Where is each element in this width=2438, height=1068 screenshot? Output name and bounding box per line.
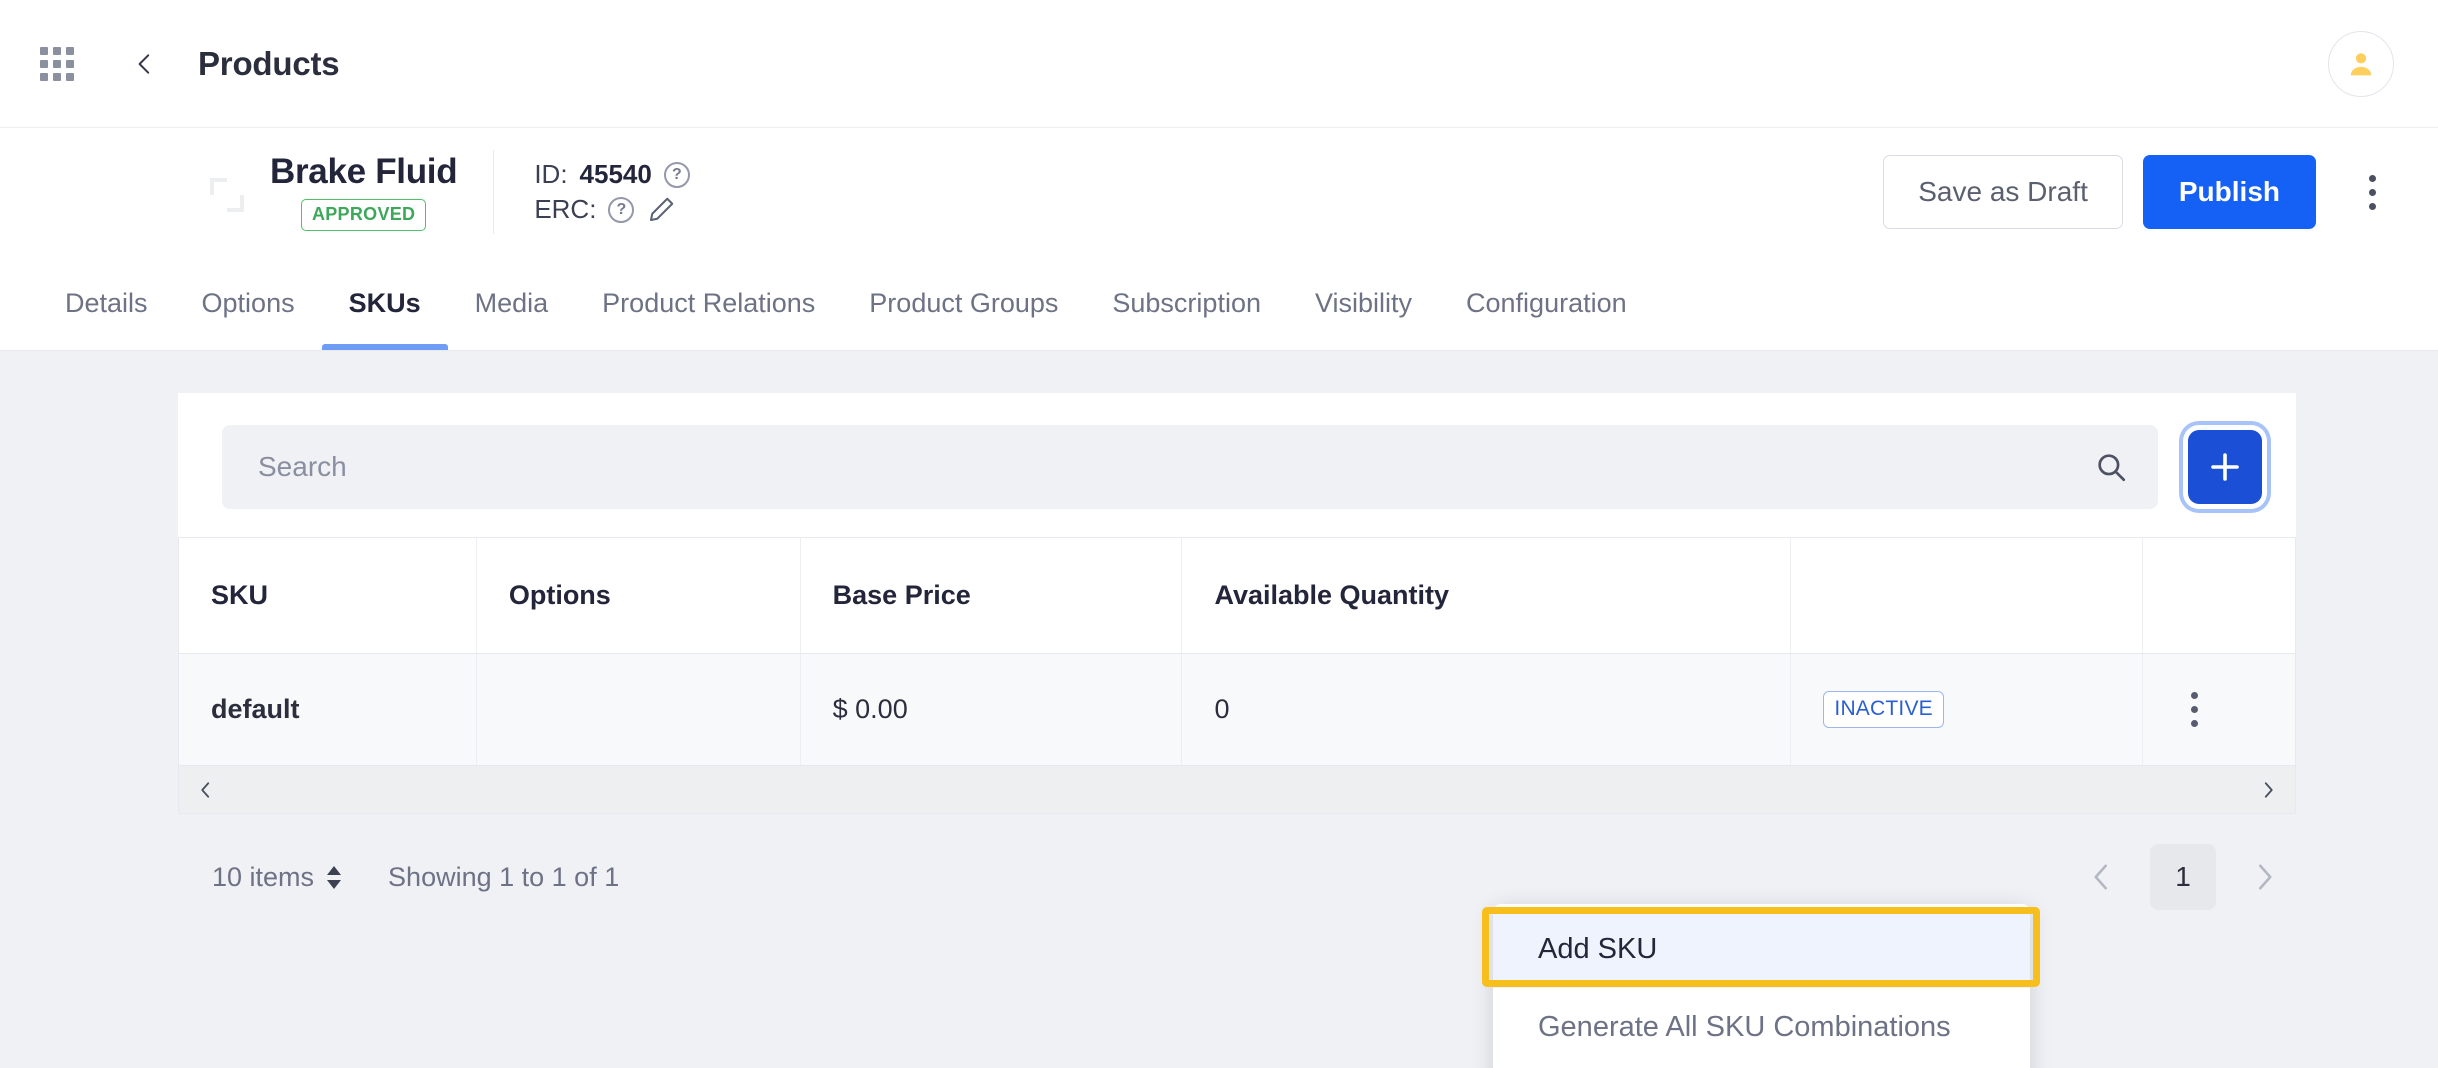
menu-item-generate-all-sku-combinations[interactable]: Generate All SKU Combinations (1493, 988, 2030, 1066)
search-field[interactable] (222, 425, 2158, 509)
product-id-value: 45540 (579, 159, 652, 189)
chevron-left-icon (201, 781, 210, 798)
column-header-base-price[interactable]: Base Price (800, 538, 1183, 654)
add-sku-button[interactable] (2188, 430, 2262, 504)
column-header-available-quantity[interactable]: Available Quantity (1181, 538, 1792, 654)
product-tabs: Details Options SKUs Media Product Relat… (0, 256, 2438, 351)
erc-help-circle-icon[interactable]: ? (608, 196, 635, 223)
id-help-circle-icon[interactable]: ? (663, 161, 690, 188)
product-header: Brake Fluid APPROVED ID: 45540 ? ERC: ? … (0, 128, 2438, 256)
product-erc-label: ERC: (534, 194, 597, 224)
avatar[interactable] (2328, 30, 2394, 97)
grid-apps-icon[interactable] (40, 46, 74, 81)
product-meta: ID: 45540 ? ERC: ? (534, 159, 690, 225)
cell-options (476, 653, 801, 765)
column-header-status[interactable] (1790, 538, 2143, 654)
search-input[interactable] (258, 451, 2094, 483)
cell-sku: default (179, 653, 477, 765)
chevron-left-icon (2094, 864, 2107, 890)
pagination-previous-button[interactable] (2076, 851, 2128, 903)
product-id-label: ID: (534, 159, 568, 189)
cell-status: INACTIVE (1790, 653, 2143, 765)
pagination: 1 (2076, 844, 2290, 910)
row-more-options-button[interactable] (2175, 691, 2215, 727)
header-divider (493, 150, 495, 234)
back-button[interactable] (128, 47, 162, 81)
tab-visibility[interactable]: Visibility (1288, 256, 1439, 350)
page-title: Products (198, 44, 340, 82)
column-header-actions (2142, 538, 2295, 654)
skus-table: SKU Options Base Price Available Quantit… (178, 537, 2296, 814)
items-per-page-selector[interactable]: 10 items (212, 862, 342, 893)
product-erc-row: ERC: ? (534, 194, 690, 225)
tab-options[interactable]: Options (175, 256, 322, 350)
tab-subscription[interactable]: Subscription (1085, 256, 1288, 350)
skus-toolbar-panel (178, 393, 2296, 537)
chevron-right-icon (2264, 781, 2273, 798)
table-row[interactable]: default $ 0.00 0 INACTIVE (179, 653, 2295, 765)
status-badge: INACTIVE (1823, 690, 1944, 728)
product-id-row: ID: 45540 ? (534, 159, 690, 190)
table-header-row: SKU Options Base Price Available Quantit… (179, 538, 2295, 654)
up-down-arrows-icon (326, 865, 342, 889)
tab-product-groups[interactable]: Product Groups (842, 256, 1085, 350)
user-avatar-icon (2350, 52, 2372, 75)
scroll-right-button[interactable] (2255, 777, 2281, 803)
tab-skus[interactable]: SKUs (321, 256, 448, 350)
column-header-sku[interactable]: SKU (179, 538, 477, 654)
pagination-next-button[interactable] (2238, 851, 2290, 903)
add-sku-dropdown-menu: Add SKU Generate All SKU Combinations (1493, 904, 2030, 1068)
top-app-bar: Products (0, 0, 2438, 128)
tab-configuration[interactable]: Configuration (1439, 256, 1654, 350)
table-footer: 10 items Showing 1 to 1 of 1 1 (178, 814, 2296, 910)
showing-range-text: Showing 1 to 1 of 1 (388, 861, 620, 892)
plus-icon (2211, 453, 2239, 481)
skus-content-area: Add SKU Generate All SKU Combinations SK… (0, 351, 2438, 1068)
chevron-right-icon (2259, 864, 2272, 890)
status-badge: APPROVED (300, 199, 427, 232)
tab-details[interactable]: Details (38, 256, 175, 350)
cell-actions (2142, 653, 2295, 765)
header-more-options-button[interactable] (2350, 162, 2394, 222)
items-per-page-label: 10 items (212, 861, 315, 892)
cell-base-price: $ 0.00 (800, 653, 1183, 765)
column-header-options[interactable]: Options (476, 538, 801, 654)
product-title: Brake Fluid (270, 151, 458, 191)
tab-media[interactable]: Media (448, 256, 576, 350)
image-placeholder-icon (210, 178, 244, 212)
horizontal-scrollbar[interactable] (179, 765, 2295, 813)
menu-item-add-sku[interactable]: Add SKU (1493, 910, 2030, 988)
save-as-draft-button[interactable]: Save as Draft (1883, 155, 2123, 229)
chevron-left-icon (138, 53, 150, 74)
scroll-left-button[interactable] (193, 777, 219, 803)
pagination-page-1[interactable]: 1 (2150, 844, 2216, 910)
magnifier-icon[interactable] (2094, 450, 2128, 484)
publish-button[interactable]: Publish (2142, 155, 2316, 229)
tab-product-relations[interactable]: Product Relations (575, 256, 842, 350)
cell-available-quantity: 0 (1181, 653, 1792, 765)
pencil-edit-icon[interactable] (646, 195, 676, 225)
search-row (178, 393, 2296, 537)
